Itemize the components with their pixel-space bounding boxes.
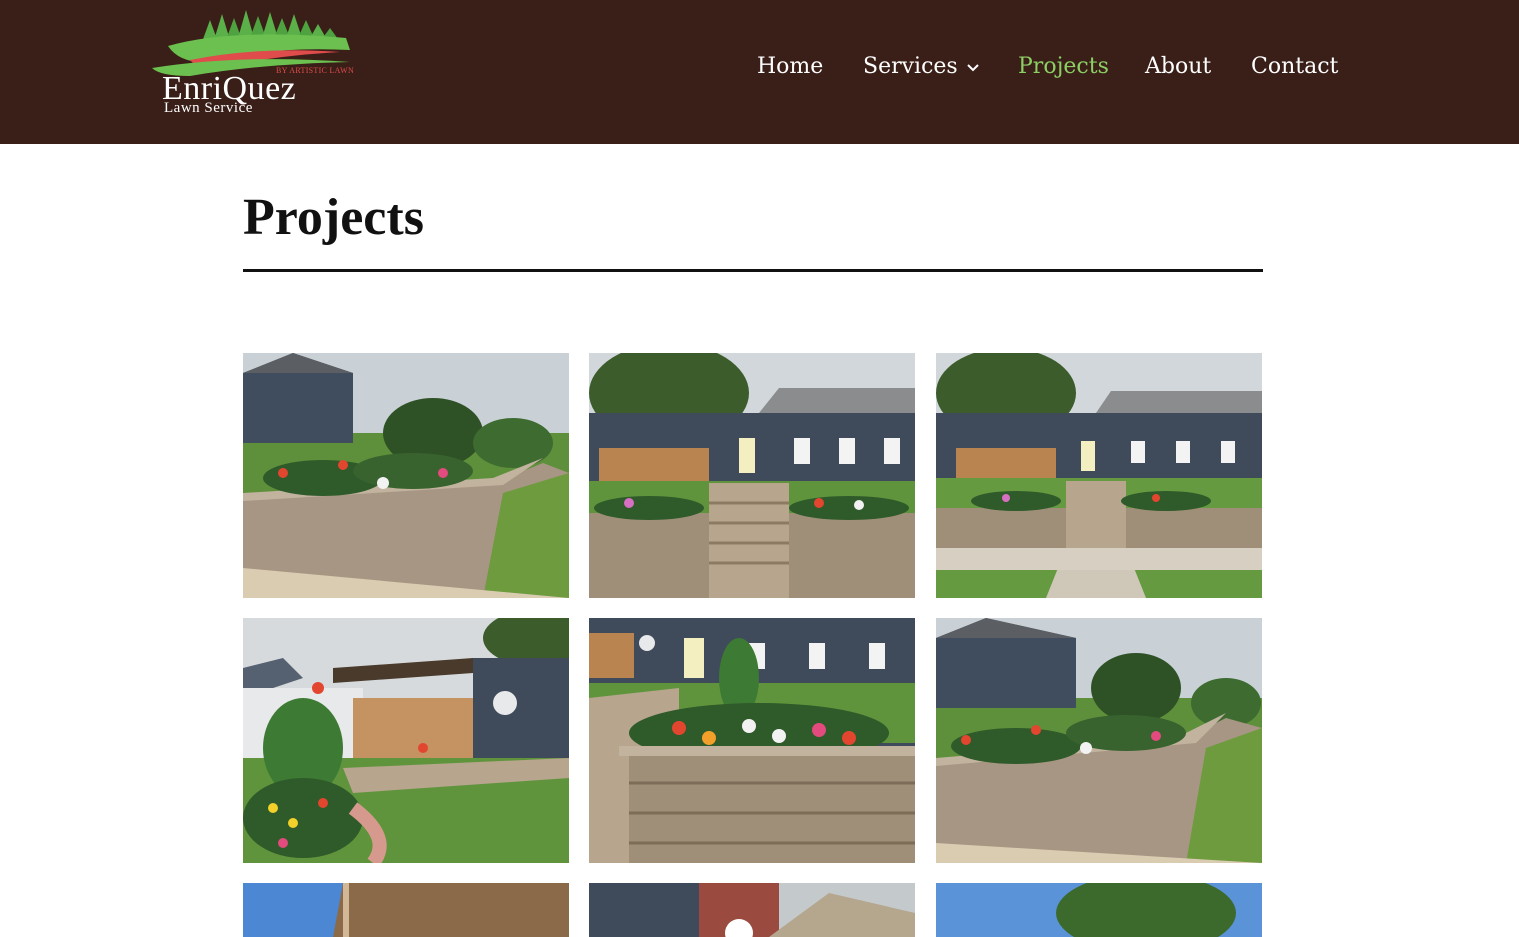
gallery-photo[interactable]	[936, 883, 1262, 937]
gallery-photo[interactable]	[243, 883, 569, 937]
gallery-image	[936, 883, 1262, 937]
site-header: BY ARTISTIC LAWN EnriQuez Lawn Service H…	[0, 0, 1519, 144]
gallery-image	[936, 353, 1262, 598]
site-logo[interactable]: BY ARTISTIC LAWN EnriQuez Lawn Service	[150, 6, 356, 122]
gallery-photo[interactable]	[589, 883, 915, 937]
page-title: Projects	[243, 189, 424, 246]
gallery-image	[589, 353, 915, 598]
gallery-image	[589, 883, 915, 937]
nav-services[interactable]: Services	[863, 50, 980, 84]
logo-subtitle: Lawn Service	[164, 100, 253, 116]
gallery-photo[interactable]	[243, 618, 569, 863]
gallery-photo[interactable]	[589, 353, 915, 598]
gallery-image	[243, 883, 569, 937]
nav-contact[interactable]: Contact	[1251, 50, 1338, 84]
title-divider	[243, 269, 1263, 272]
gallery-image	[936, 618, 1262, 863]
nav-projects[interactable]: Projects	[1018, 50, 1109, 84]
gallery-photo[interactable]	[243, 353, 569, 598]
gallery-image	[243, 353, 569, 598]
gallery-photo[interactable]	[589, 618, 915, 863]
gallery-image	[243, 618, 569, 863]
nav-home[interactable]: Home	[757, 50, 823, 84]
gallery-photo[interactable]	[936, 353, 1262, 598]
nav-about[interactable]: About	[1145, 50, 1211, 84]
nav-services-label: Services	[863, 54, 958, 79]
gallery-image	[589, 618, 915, 863]
chevron-down-icon[interactable]	[966, 50, 980, 84]
gallery-photo[interactable]	[936, 618, 1262, 863]
